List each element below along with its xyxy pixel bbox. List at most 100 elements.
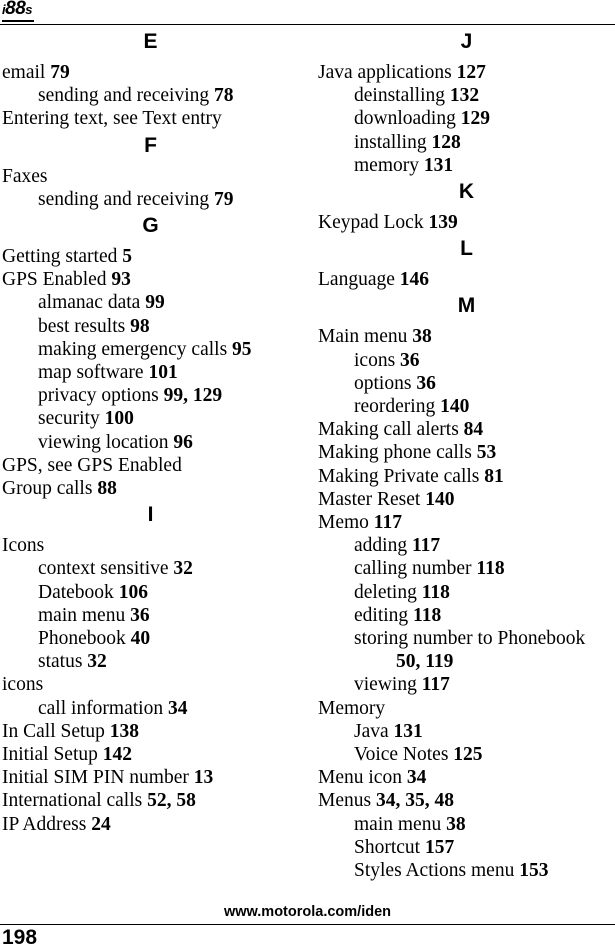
index-entry[interactable]: options 36 (318, 372, 615, 395)
index-entry[interactable]: Phonebook 40 (2, 627, 299, 650)
index-entry-label: Making call alerts (318, 419, 459, 441)
index-entry-pages: 117 (411, 535, 441, 557)
index-entry-pages: 117 (421, 674, 450, 696)
index-entry-pages: 32 (173, 558, 193, 580)
index-entry[interactable]: memory 131 (318, 154, 615, 177)
index-entry-pages: 36 (130, 604, 150, 626)
index-entry[interactable]: status 32 (2, 650, 299, 673)
index-entry-pages: 32 (87, 651, 107, 673)
index-entry-label: calling number (354, 558, 472, 580)
index-entry[interactable]: deleting 118 (318, 581, 615, 604)
index-entry[interactable]: Styles Actions menu 153 (318, 859, 615, 882)
index-entry[interactable]: Initial Setup 142 (2, 743, 299, 766)
index-entry-label: In Call Setup (2, 720, 105, 742)
index-entry[interactable]: downloading 129 (318, 107, 615, 130)
section-letter-j: J (460, 30, 473, 53)
index-entry[interactable]: Language 146 (318, 268, 615, 291)
index-entry[interactable]: Faxes (2, 165, 299, 188)
index-entry[interactable]: Memory (318, 697, 615, 720)
index-entry[interactable]: GPS Enabled 93 (2, 268, 299, 291)
index-entry-label: Main menu (318, 326, 408, 348)
index-entry-pages: 127 (456, 62, 486, 83)
index-entry[interactable]: Voice Notes 125 (318, 743, 615, 766)
index-entry[interactable]: making emergency calls 95 (2, 338, 299, 361)
index-entry[interactable]: Making Private calls 81 (318, 465, 615, 488)
index-entry[interactable]: GPS, see GPS Enabled (2, 454, 299, 477)
index-entry[interactable]: Datebook 106 (2, 581, 299, 604)
index-entry[interactable]: viewing 117 (318, 673, 615, 696)
index-entry-pages: 13 (193, 767, 214, 789)
index-entry-label: storing number to Phonebook (354, 628, 586, 650)
index-entry-label: Entering text, see Text entry (2, 108, 222, 130)
index-entry-pages: 38 (412, 326, 432, 348)
index-entry[interactable]: Java applications 127 (318, 61, 615, 84)
index-entry[interactable]: viewing location 96 (2, 431, 299, 454)
index-entry-label: Java (354, 720, 389, 742)
index-entry-pages: 117 (373, 512, 402, 534)
footer-url[interactable]: www.motorola.com/iden (0, 904, 615, 920)
index-entry[interactable]: Memo 117 (318, 511, 615, 534)
index-entry[interactable]: Keypad Lock 139 (318, 211, 615, 234)
index-entry[interactable]: security 100 (2, 407, 299, 430)
index-entry[interactable]: almanac data 99 (2, 291, 299, 314)
index-entry[interactable]: Menu icon 34 (318, 766, 615, 789)
index-entry-pages: 131 (393, 720, 423, 742)
index-entry[interactable]: In Call Setup 138 (2, 720, 299, 743)
index-entry-pages: 101 (148, 362, 178, 384)
index-entry[interactable]: call information 34 (2, 697, 299, 720)
index-entry[interactable]: sending and receiving 79 (2, 188, 299, 211)
index-entry[interactable]: privacy options 99, 129 (2, 384, 299, 407)
index-entry[interactable]: editing 118 (318, 604, 615, 627)
index-entry[interactable]: context sensitive 32 (2, 557, 299, 580)
index-entry[interactable]: Icons (2, 534, 299, 557)
index-entry[interactable]: reordering 140 (318, 395, 615, 418)
index-entry-pages: 99, 129 (163, 385, 223, 407)
index-entry[interactable]: best results 98 (2, 315, 299, 338)
page-header: i88s (0, 0, 615, 25)
header-divider (0, 24, 615, 25)
index-entry-pages: 40 (130, 628, 151, 650)
index-entry[interactable]: 50, 119 (318, 650, 615, 673)
index-entry[interactable]: adding 117 (318, 534, 615, 557)
index-entry[interactable]: storing number to Phonebook (318, 627, 615, 650)
index-entry[interactable]: Making call alerts 84 (318, 418, 615, 441)
index-entry-label: downloading (354, 108, 456, 130)
index-entry[interactable]: main menu 38 (318, 813, 615, 836)
index-entry[interactable]: Master Reset 140 (318, 488, 615, 511)
index-entry-label: Icons (2, 535, 45, 557)
index-entry[interactable]: Menus 34, 35, 48 (318, 789, 615, 812)
index-entry[interactable]: main menu 36 (2, 604, 299, 627)
index-entry[interactable]: International calls 52, 58 (2, 789, 299, 812)
index-entry[interactable]: sending and receiving 78 (2, 84, 299, 107)
index-entry[interactable]: Java 131 (318, 720, 615, 743)
index-entry-pages: 131 (423, 154, 454, 176)
index-entry[interactable]: Getting started 5 (2, 245, 299, 268)
index-entry-pages: 88 (97, 478, 117, 500)
index-entry[interactable]: Initial SIM PIN number 13 (2, 766, 299, 789)
index-entry-label: sending and receiving (38, 85, 210, 107)
index-entry-label: Menus (318, 790, 372, 812)
index-entry[interactable]: calling number 118 (318, 557, 615, 580)
index-entry-pages: 78 (214, 85, 234, 107)
index-entry-label: map software (38, 362, 144, 384)
index-entry[interactable]: map software 101 (2, 361, 299, 384)
index-entry[interactable]: icons (2, 673, 299, 696)
index-entry-pages: 50, 119 (396, 651, 454, 673)
index-entry-label: icons (2, 674, 44, 696)
index-entry[interactable]: IP Address 24 (2, 813, 299, 836)
index-entry-label: Faxes (2, 165, 48, 187)
index-entry[interactable]: Entering text, see Text entry (2, 107, 299, 130)
index-entry[interactable]: Group calls 88 (2, 477, 299, 500)
index-entry-pages: 98 (130, 315, 150, 337)
index-entry-label: Initial SIM PIN number (2, 767, 189, 789)
index-entry-pages: 99 (145, 292, 165, 314)
index-entry[interactable]: icons 36 (318, 349, 615, 372)
index-entry[interactable]: deinstalling 132 (318, 84, 615, 107)
index-entry[interactable]: Shortcut 157 (318, 836, 615, 859)
index-entry[interactable]: Main menu 38 (318, 325, 615, 348)
index-entry[interactable]: installing 128 (318, 131, 615, 154)
index-entry-pages: 129 (460, 108, 490, 130)
index-entry[interactable]: Making phone calls 53 (318, 441, 615, 464)
index-entry[interactable]: email 79 (2, 61, 299, 84)
